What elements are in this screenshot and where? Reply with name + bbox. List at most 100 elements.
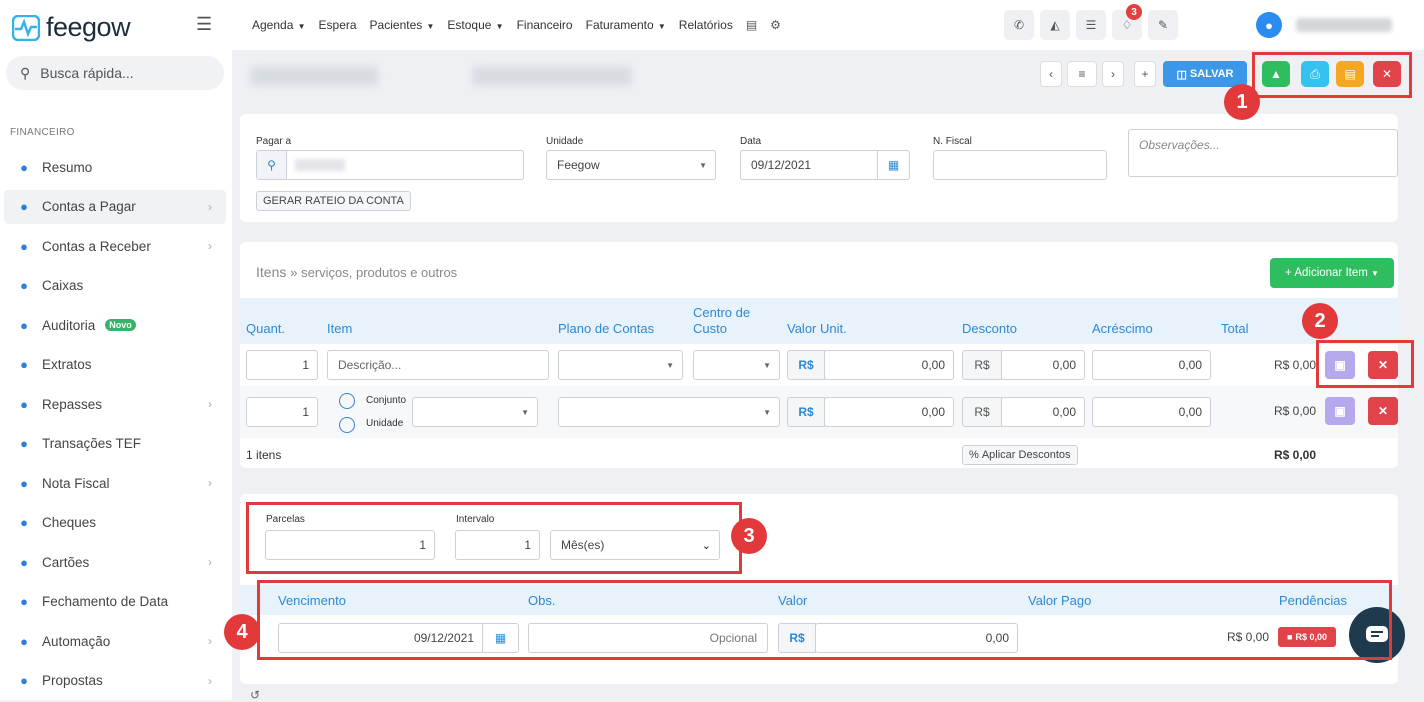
sidebar-item-propostas[interactable]: ● Propostas › [4, 664, 226, 698]
chevron-right-icon: › [208, 239, 212, 253]
phone-icon[interactable]: ✆ [1004, 10, 1034, 40]
hamburger-menu-icon[interactable]: ☰ [196, 14, 212, 35]
camera-button[interactable]: ▣ [1325, 397, 1355, 425]
remove-row-button[interactable]: ✕ [1368, 397, 1398, 425]
delete-button[interactable]: ✕ [1373, 61, 1401, 87]
sidebar-item-automa-o[interactable]: ● Automação › [4, 624, 226, 658]
topnav-item-relat-rios[interactable]: Relatórios [679, 18, 733, 32]
topnav-item-pacientes[interactable]: Pacientes ▼ [370, 18, 435, 32]
item-description-input[interactable]: Descrição... [327, 350, 549, 380]
conjunto-radio[interactable] [339, 393, 355, 409]
topnav-item-faturamento[interactable]: Faturamento ▼ [586, 18, 666, 32]
list-icon: ● [20, 357, 28, 372]
vencimento-obs-input[interactable]: Opcional [528, 623, 768, 653]
sidebar-item-label: Nota Fiscal [42, 475, 110, 491]
data-field[interactable]: 09/12/2021 ▦ [740, 150, 910, 180]
unidade-select[interactable]: Feegow ▼ [546, 150, 716, 180]
sidebar-item-contas-a-receber[interactable]: ● Contas a Receber › [4, 229, 226, 263]
next-button[interactable]: › [1102, 61, 1124, 87]
search-placeholder: Busca rápida... [40, 65, 134, 81]
pagar-a-field[interactable]: ⚲ [256, 150, 524, 180]
sidebar-item-repasses[interactable]: ● Repasses › [4, 387, 226, 421]
chevron-right-icon: › [208, 397, 212, 411]
topnav-item-financeiro[interactable]: Financeiro [517, 18, 573, 32]
search-input[interactable]: ⚲ Busca rápida... [6, 56, 224, 90]
list-button[interactable]: ≡ [1067, 61, 1097, 87]
chart-pie-icon: ● [20, 159, 28, 175]
topnav-item-espera[interactable]: Espera [319, 18, 357, 32]
pagar-a-value-blurred [295, 159, 345, 171]
chat-support-button[interactable] [1349, 607, 1405, 663]
desconto-input[interactable]: 0,00 [1001, 397, 1085, 427]
remove-row-button[interactable]: ✕ [1368, 351, 1398, 379]
document-button[interactable]: ▤ [1336, 61, 1364, 87]
chevron-right-icon: › [208, 476, 212, 490]
sidebar-item-transa-es-tef[interactable]: ● Transações TEF [4, 427, 226, 461]
intervalo-input[interactable]: 1 [455, 530, 540, 560]
add-new-button[interactable]: + [1134, 61, 1156, 87]
item-select[interactable]: ▼ [412, 397, 538, 427]
calendar-icon[interactable]: ▦ [482, 624, 518, 652]
page-subtitle-blurred [472, 66, 632, 86]
receipt-button[interactable]: ▲ [1262, 61, 1290, 87]
vencimento-valor-input[interactable]: 0,00 [815, 623, 1018, 653]
chat-icon[interactable]: ✎ [1148, 10, 1178, 40]
chevron-down-icon: ▼ [666, 360, 674, 370]
acrescimo-input[interactable]: 0,00 [1092, 350, 1211, 380]
nfiscal-label: N. Fiscal [933, 136, 972, 147]
user-name-blurred[interactable] [1296, 18, 1392, 32]
history-icon: ● [20, 317, 28, 333]
desconto-currency-addon[interactable]: R$ [962, 350, 1002, 380]
gerar-rateio-button[interactable]: GERAR RATEIO DA CONTA [256, 191, 411, 211]
desconto-input[interactable]: 0,00 [1001, 350, 1085, 380]
vencimento-date-input[interactable]: 09/12/2021 ▦ [278, 623, 519, 653]
sidebar-item-cheques[interactable]: ● Cheques [4, 506, 226, 540]
items-title-text: Itens [256, 264, 287, 280]
acrescimo-input[interactable]: 0,00 [1092, 397, 1211, 427]
settings-icon[interactable]: ⚙ [770, 18, 781, 32]
card-icon: ● [20, 554, 28, 570]
periodo-select[interactable]: Mês(es) ⌄ [550, 530, 720, 560]
sidebar-item-resumo[interactable]: ● Resumo [4, 150, 226, 184]
unidade-radio[interactable] [339, 417, 355, 433]
caret-down-icon: ▼ [655, 22, 666, 31]
col-valor: Valor [778, 593, 808, 608]
sidebar-item-fechamento-de-data[interactable]: ● Fechamento de Data [4, 585, 226, 619]
print-button[interactable]: ⎙ [1301, 61, 1329, 87]
apply-discounts-button[interactable]: % Aplicar Descontos [962, 445, 1078, 465]
tasks-icon[interactable]: ☰ [1076, 10, 1106, 40]
centro-select[interactable]: ▼ [693, 350, 780, 380]
add-item-button[interactable]: + Adicionar Item ▼ [1270, 258, 1394, 288]
topnav-item-estoque[interactable]: Estoque ▼ [447, 18, 503, 32]
desconto-currency-addon[interactable]: R$ [962, 397, 1002, 427]
sidebar-item-caixas[interactable]: ● Caixas [4, 269, 226, 303]
chevron-right-icon: › [208, 555, 212, 569]
camera-button[interactable]: ▣ [1325, 351, 1355, 379]
sidebar-item-auditoria[interactable]: ● Auditoria Novo [4, 308, 226, 342]
pendencia-badge[interactable]: ■ R$ 0,00 [1278, 627, 1336, 647]
database-icon[interactable]: ▤ [746, 18, 757, 32]
parcelas-input[interactable]: 1 [265, 530, 435, 560]
user-avatar[interactable]: ● [1256, 12, 1282, 38]
sidebar-item-extratos[interactable]: ● Extratos [4, 348, 226, 382]
plano-select[interactable]: ▼ [558, 350, 683, 380]
logo[interactable]: feegow [12, 12, 131, 43]
nfiscal-field[interactable] [933, 150, 1107, 180]
sidebar-item-cart-es[interactable]: ● Cartões › [4, 545, 226, 579]
calendar-icon[interactable]: ▦ [877, 151, 909, 179]
sidebar: feegow ☰ ⚲ Busca rápida... FINANCEIRO ● R… [0, 0, 232, 700]
chevron-down-icon: ▼ [699, 160, 707, 170]
quant-input[interactable]: 1 [246, 397, 318, 427]
plano-select[interactable]: ▼ [558, 397, 780, 427]
sidebar-item-nota-fiscal[interactable]: ● Nota Fiscal › [4, 466, 226, 500]
save-button[interactable]: ◫ SALVAR [1163, 61, 1247, 87]
valor-unit-input[interactable]: 0,00 [824, 350, 954, 380]
sidebar-item-contas-a-pagar[interactable]: ● Contas a Pagar › [4, 189, 226, 224]
topnav-item-agenda[interactable]: Agenda ▼ [252, 18, 306, 32]
valor-unit-input[interactable]: 0,00 [824, 397, 954, 427]
previous-button[interactable]: ‹ [1040, 61, 1062, 87]
inbox-icon[interactable]: ◭ [1040, 10, 1070, 40]
quant-input[interactable]: 1 [246, 350, 318, 380]
observacoes-field[interactable]: Observações... [1128, 129, 1398, 177]
bell-icon[interactable]: ♢ 3 [1112, 4, 1142, 40]
